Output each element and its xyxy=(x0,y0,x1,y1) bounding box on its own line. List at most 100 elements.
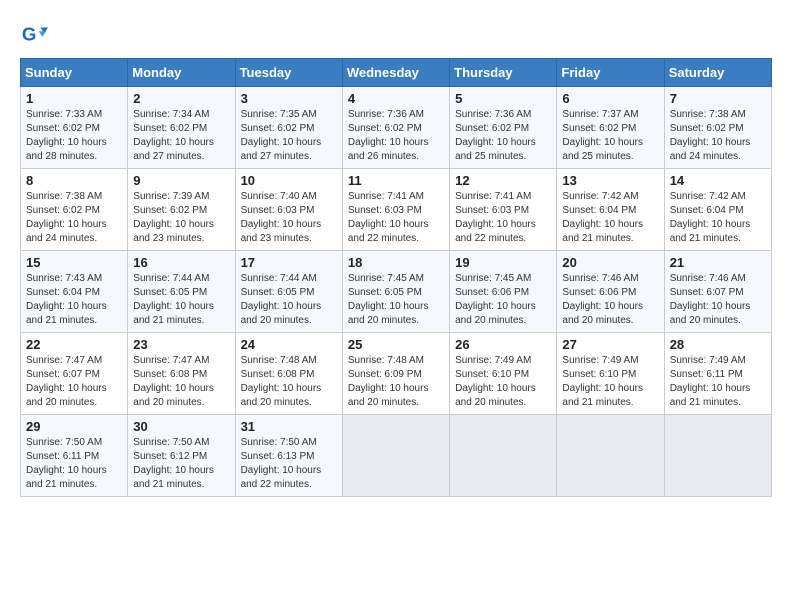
calendar-cell: 26 Sunrise: 7:49 AM Sunset: 6:10 PM Dayli… xyxy=(450,333,557,415)
day-info: Sunrise: 7:45 AM Sunset: 6:06 PM Dayligh… xyxy=(455,272,551,328)
calendar-week-2: 8 Sunrise: 7:38 AM Sunset: 6:02 PM Daylig… xyxy=(21,169,772,251)
day-info: Sunrise: 7:50 AM Sunset: 6:11 PM Dayligh… xyxy=(26,436,122,492)
day-number: 9 xyxy=(133,173,229,188)
day-number: 11 xyxy=(348,173,444,188)
calendar-week-4: 22Sunrise: 7:47 AM Sunset: 6:07 PM Dayli… xyxy=(21,333,772,415)
day-info: Sunrise: 7:39 AM Sunset: 6:02 PM Dayligh… xyxy=(133,190,229,246)
calendar-cell: 14Sunrise: 7:42 AM Sunset: 6:04 PM Dayli… xyxy=(664,169,771,251)
weekday-header-wednesday: Wednesday xyxy=(342,59,449,87)
calendar-cell xyxy=(450,415,557,497)
day-number: 5 xyxy=(455,91,551,106)
calendar-cell: 24 Sunrise: 7:48 AM Sunset: 6:08 PM Dayli… xyxy=(235,333,342,415)
day-number: 7 xyxy=(670,91,766,106)
weekday-header-thursday: Thursday xyxy=(450,59,557,87)
calendar-cell: 7 Sunrise: 7:38 AM Sunset: 6:02 PM Daylig… xyxy=(664,87,771,169)
day-number: 6 xyxy=(562,91,658,106)
calendar-cell: 1Sunrise: 7:33 AM Sunset: 6:02 PM Daylig… xyxy=(21,87,128,169)
day-number: 25 xyxy=(348,337,444,352)
day-number: 16 xyxy=(133,255,229,270)
calendar-cell: 5 Sunrise: 7:36 AM Sunset: 6:02 PM Daylig… xyxy=(450,87,557,169)
page-header: G xyxy=(20,20,772,48)
calendar-cell: 19 Sunrise: 7:45 AM Sunset: 6:06 PM Dayli… xyxy=(450,251,557,333)
day-number: 12 xyxy=(455,173,551,188)
day-number: 18 xyxy=(348,255,444,270)
calendar-cell: 25 Sunrise: 7:48 AM Sunset: 6:09 PM Dayli… xyxy=(342,333,449,415)
day-info: Sunrise: 7:49 AM Sunset: 6:10 PM Dayligh… xyxy=(455,354,551,410)
day-info: Sunrise: 7:38 AM Sunset: 6:02 PM Dayligh… xyxy=(670,108,766,164)
calendar-week-5: 29 Sunrise: 7:50 AM Sunset: 6:11 PM Dayli… xyxy=(21,415,772,497)
day-info: Sunrise: 7:46 AM Sunset: 6:07 PM Dayligh… xyxy=(670,272,766,328)
day-info: Sunrise: 7:41 AM Sunset: 6:03 PM Dayligh… xyxy=(455,190,551,246)
day-info: Sunrise: 7:35 AM Sunset: 6:02 PM Dayligh… xyxy=(241,108,337,164)
day-info: Sunrise: 7:46 AM Sunset: 6:06 PM Dayligh… xyxy=(562,272,658,328)
calendar-cell: 18Sunrise: 7:45 AM Sunset: 6:05 PM Dayli… xyxy=(342,251,449,333)
day-number: 8 xyxy=(26,173,122,188)
day-number: 4 xyxy=(348,91,444,106)
calendar-cell: 20 Sunrise: 7:46 AM Sunset: 6:06 PM Dayli… xyxy=(557,251,664,333)
day-info: Sunrise: 7:48 AM Sunset: 6:08 PM Dayligh… xyxy=(241,354,337,410)
day-info: Sunrise: 7:37 AM Sunset: 6:02 PM Dayligh… xyxy=(562,108,658,164)
day-number: 20 xyxy=(562,255,658,270)
day-info: Sunrise: 7:44 AM Sunset: 6:05 PM Dayligh… xyxy=(241,272,337,328)
calendar-cell: 31 Sunrise: 7:50 AM Sunset: 6:13 PM Dayli… xyxy=(235,415,342,497)
calendar-cell xyxy=(557,415,664,497)
day-number: 19 xyxy=(455,255,551,270)
weekday-header-friday: Friday xyxy=(557,59,664,87)
calendar-cell: 2 Sunrise: 7:34 AM Sunset: 6:02 PM Daylig… xyxy=(128,87,235,169)
weekday-header-sunday: Sunday xyxy=(21,59,128,87)
calendar-week-1: 1Sunrise: 7:33 AM Sunset: 6:02 PM Daylig… xyxy=(21,87,772,169)
day-info: Sunrise: 7:42 AM Sunset: 6:04 PM Dayligh… xyxy=(562,190,658,246)
day-info: Sunrise: 7:47 AM Sunset: 6:07 PM Dayligh… xyxy=(26,354,122,410)
day-number: 15 xyxy=(26,255,122,270)
calendar-cell: 15 Sunrise: 7:43 AM Sunset: 6:04 PM Dayli… xyxy=(21,251,128,333)
calendar-cell: 3 Sunrise: 7:35 AM Sunset: 6:02 PM Daylig… xyxy=(235,87,342,169)
day-info: Sunrise: 7:50 AM Sunset: 6:12 PM Dayligh… xyxy=(133,436,229,492)
day-number: 17 xyxy=(241,255,337,270)
day-number: 30 xyxy=(133,419,229,434)
day-number: 3 xyxy=(241,91,337,106)
calendar-cell: 30 Sunrise: 7:50 AM Sunset: 6:12 PM Dayli… xyxy=(128,415,235,497)
day-number: 31 xyxy=(241,419,337,434)
day-number: 26 xyxy=(455,337,551,352)
day-info: Sunrise: 7:36 AM Sunset: 6:02 PM Dayligh… xyxy=(455,108,551,164)
calendar-week-3: 15 Sunrise: 7:43 AM Sunset: 6:04 PM Dayli… xyxy=(21,251,772,333)
day-number: 24 xyxy=(241,337,337,352)
day-number: 2 xyxy=(133,91,229,106)
day-number: 1 xyxy=(26,91,122,106)
calendar-cell: 8 Sunrise: 7:38 AM Sunset: 6:02 PM Daylig… xyxy=(21,169,128,251)
calendar-cell: 11 Sunrise: 7:41 AM Sunset: 6:03 PM Dayli… xyxy=(342,169,449,251)
day-info: Sunrise: 7:50 AM Sunset: 6:13 PM Dayligh… xyxy=(241,436,337,492)
calendar-cell: 12 Sunrise: 7:41 AM Sunset: 6:03 PM Dayli… xyxy=(450,169,557,251)
day-number: 29 xyxy=(26,419,122,434)
calendar-cell: 9 Sunrise: 7:39 AM Sunset: 6:02 PM Daylig… xyxy=(128,169,235,251)
weekday-header-tuesday: Tuesday xyxy=(235,59,342,87)
day-info: Sunrise: 7:40 AM Sunset: 6:03 PM Dayligh… xyxy=(241,190,337,246)
day-number: 13 xyxy=(562,173,658,188)
calendar-cell: 17 Sunrise: 7:44 AM Sunset: 6:05 PM Dayli… xyxy=(235,251,342,333)
logo: G xyxy=(20,20,52,48)
day-info: Sunrise: 7:44 AM Sunset: 6:05 PM Dayligh… xyxy=(133,272,229,328)
day-number: 28 xyxy=(670,337,766,352)
day-number: 21 xyxy=(670,255,766,270)
weekday-header-monday: Monday xyxy=(128,59,235,87)
day-number: 27 xyxy=(562,337,658,352)
calendar-cell: 21 Sunrise: 7:46 AM Sunset: 6:07 PM Dayli… xyxy=(664,251,771,333)
calendar-cell: 23 Sunrise: 7:47 AM Sunset: 6:08 PM Dayli… xyxy=(128,333,235,415)
day-info: Sunrise: 7:43 AM Sunset: 6:04 PM Dayligh… xyxy=(26,272,122,328)
calendar-cell: 10 Sunrise: 7:40 AM Sunset: 6:03 PM Dayli… xyxy=(235,169,342,251)
calendar-cell: 4Sunrise: 7:36 AM Sunset: 6:02 PM Daylig… xyxy=(342,87,449,169)
calendar-cell xyxy=(664,415,771,497)
calendar-cell: 29 Sunrise: 7:50 AM Sunset: 6:11 PM Dayli… xyxy=(21,415,128,497)
logo-icon: G xyxy=(20,20,48,48)
calendar-cell: 28 Sunrise: 7:49 AM Sunset: 6:11 PM Dayli… xyxy=(664,333,771,415)
day-number: 23 xyxy=(133,337,229,352)
day-info: Sunrise: 7:41 AM Sunset: 6:03 PM Dayligh… xyxy=(348,190,444,246)
day-info: Sunrise: 7:48 AM Sunset: 6:09 PM Dayligh… xyxy=(348,354,444,410)
calendar-cell: 22Sunrise: 7:47 AM Sunset: 6:07 PM Dayli… xyxy=(21,333,128,415)
calendar-cell: 16 Sunrise: 7:44 AM Sunset: 6:05 PM Dayli… xyxy=(128,251,235,333)
day-info: Sunrise: 7:38 AM Sunset: 6:02 PM Dayligh… xyxy=(26,190,122,246)
day-info: Sunrise: 7:47 AM Sunset: 6:08 PM Dayligh… xyxy=(133,354,229,410)
day-number: 10 xyxy=(241,173,337,188)
day-info: Sunrise: 7:49 AM Sunset: 6:11 PM Dayligh… xyxy=(670,354,766,410)
day-info: Sunrise: 7:34 AM Sunset: 6:02 PM Dayligh… xyxy=(133,108,229,164)
